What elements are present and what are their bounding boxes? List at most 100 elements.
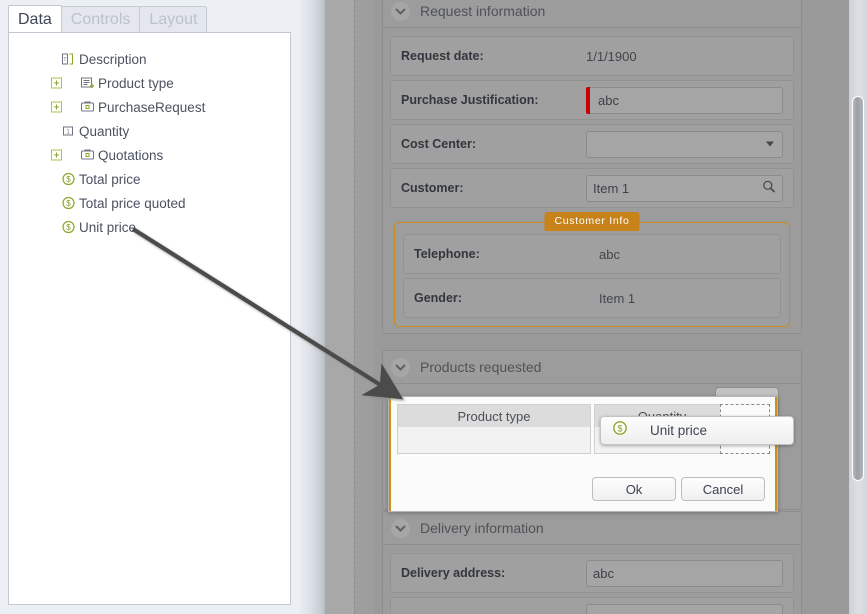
column-configuration-dialog: Product type Quantity Ok Cancel [388,396,778,512]
field-label: Purchase Justification: [401,93,539,107]
tree-item-product-type[interactable]: Product type [9,71,290,95]
field-row-telephone: Telephone: abc [403,234,781,274]
field-value-gender: Item 1 [599,290,636,306]
field-value: abc [593,565,614,581]
tab-data[interactable]: Data [8,5,62,33]
overlay-band-left [325,0,354,614]
delivery-address-input[interactable]: abc [586,559,783,587]
section-header-request-information[interactable]: Request information [383,0,801,28]
currency-field-icon: $ [61,196,76,211]
tree-item-label: PurchaseRequest [98,99,206,115]
expand-plus-icon[interactable] [51,149,62,161]
toolbox-tabstrip: Data Controls Layout [8,5,298,33]
tree-item-label: Quantity [79,123,130,139]
tree-item-total-price[interactable]: $ Total price [9,167,290,191]
toolbox-panel: Data Controls Layout T Description Produ… [0,0,300,614]
drag-ghost-label: Unit price [650,423,708,438]
briefcase-entity-icon [80,100,95,115]
chevron-down-icon[interactable] [391,518,410,538]
column-header: Product type [398,405,590,427]
tab-data-label: Data [18,10,52,28]
tab-controls-label: Controls [70,11,131,28]
section-request-information: Request information Request date: 1/1/19… [382,0,802,334]
field-label: Gender: [414,291,462,305]
tree-item-label: Total price [79,171,141,187]
group-caption-customer-info: Customer Info [544,212,640,231]
field-label: Telephone: [414,247,480,261]
ok-button[interactable]: Ok [592,477,676,501]
field-label: Request date: [401,49,484,63]
section-title: Request information [420,3,546,19]
ok-button-label: Ok [625,481,643,497]
svg-text:$: $ [66,175,71,184]
field-value: abc [598,92,619,108]
dialog-accent-edge-right [775,397,777,511]
svg-text:$: $ [66,199,71,208]
section-title: Products requested [420,359,542,375]
scrollbar-thumb[interactable] [852,96,864,481]
cancel-button[interactable]: Cancel [681,477,765,501]
text-field-icon: T [61,52,76,67]
section-header-delivery-information[interactable]: Delivery information [383,512,801,545]
group-customer-info: Customer Info Telephone: abc Gender: Ite… [394,212,790,327]
customer-input[interactable]: Item 1 [586,174,783,202]
section-body-delivery-information: Delivery address: abc [383,545,801,614]
section-header-products-requested[interactable]: Products requested [383,351,801,384]
tree-item-unit-price[interactable]: $ Unit price [9,215,290,239]
tree-item-description[interactable]: T Description [9,47,290,71]
field-value: Item 1 [593,180,630,196]
tree-item-total-price-quoted[interactable]: $ Total price quoted [9,191,290,215]
section-title: Delivery information [420,520,544,536]
expand-plus-icon[interactable] [51,77,62,89]
list-entity-icon [80,76,95,91]
field-row-gender: Gender: Item 1 [403,278,781,318]
vertical-scrollbar[interactable] [849,0,867,614]
tab-layout-label: Layout [149,11,198,28]
cancel-button-label: Cancel [702,481,744,497]
field-row-customer: Customer: Item 1 [390,168,794,208]
tree-item-label: Unit price [79,219,137,235]
tree-item-quotations[interactable]: Quotations [9,143,290,167]
number-field-icon: 1 [61,124,76,139]
required-indicator [586,86,590,114]
field-row-delivery-address: Delivery address: abc [390,553,794,593]
chevron-down-icon[interactable] [766,141,774,147]
overlay-band-inner [354,0,374,614]
app-window: Data Controls Layout T Description Produ… [0,0,867,614]
briefcase-entity-icon [80,148,95,163]
dialog-accent-edge-left [389,397,391,511]
field-value-telephone: abc [599,246,620,262]
tab-controls[interactable]: Controls [60,6,141,33]
expand-plus-icon[interactable] [51,101,62,113]
field-label: Delivery address: [401,566,506,580]
svg-text:$: $ [617,423,622,433]
field-row-purchase-justification: Purchase Justification: abc [390,80,794,120]
delivery-extra-input[interactable] [586,603,783,614]
field-row-delivery-extra [390,597,794,614]
tree-item-label: Quotations [98,147,164,163]
tree-item-purchaserequest[interactable]: PurchaseRequest [9,95,290,119]
tree-item-label: Total price quoted [79,195,186,211]
data-source-tree[interactable]: T Description Product type PurchaseReque… [8,32,291,605]
tab-layout[interactable]: Layout [139,6,208,33]
tree-item-quantity[interactable]: 1 Quantity [9,119,290,143]
field-row-request-date: Request date: 1/1/1900 [390,36,794,76]
panel-splitter[interactable] [300,0,325,614]
purchase-justification-input[interactable]: abc [586,86,783,114]
search-icon[interactable] [762,180,776,197]
svg-text:$: $ [66,223,71,232]
chevron-down-icon[interactable] [391,1,410,21]
cost-center-dropdown[interactable] [586,130,783,158]
drag-ghost-unit-price[interactable]: $ Unit price [600,416,794,445]
field-value-request-date: 1/1/1900 [586,48,637,64]
field-row-cost-center: Cost Center: [390,124,794,164]
form-designer-canvas: Request information Request date: 1/1/19… [374,0,849,614]
tree-item-label: Description [79,51,147,67]
currency-field-icon: $ [61,220,76,235]
field-label: Customer: [401,181,464,195]
field-label: Cost Center: [401,137,477,151]
column-card-product-type[interactable]: Product type [397,404,591,454]
currency-field-icon: $ [612,420,628,441]
svg-text:T: T [63,57,66,63]
chevron-down-icon[interactable] [391,357,410,377]
